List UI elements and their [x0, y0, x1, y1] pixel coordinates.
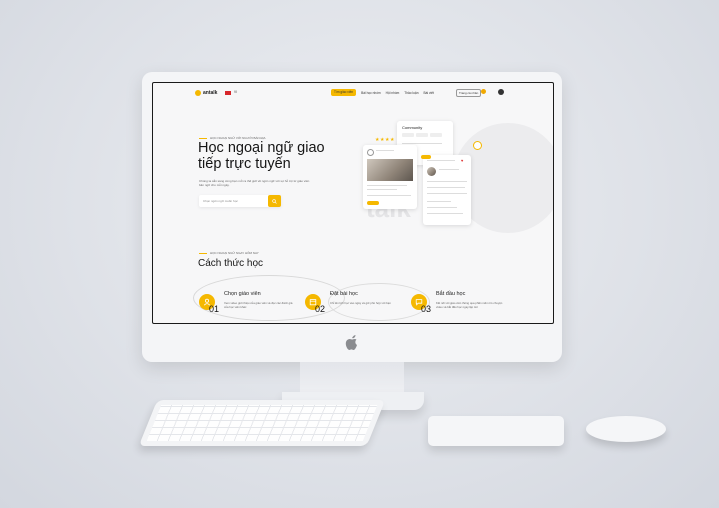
decorative-ring [473, 141, 482, 150]
avatar[interactable] [498, 89, 504, 95]
rating-stars: ★★★★ [375, 137, 395, 143]
main-menu: Tìm giáo viên Bài học nhóm Hội nhóm Thảo… [331, 89, 434, 96]
site-logo[interactable]: antalk [195, 90, 217, 96]
search-icon [272, 198, 277, 204]
search-button[interactable] [268, 195, 281, 207]
teacher-card: ♥ [423, 155, 471, 225]
post-photo [367, 159, 413, 181]
apple-logo-icon [345, 335, 357, 350]
post-card [363, 145, 417, 209]
step-description: Chỉ lên lịch học vào ngày và giờ phù hợp… [330, 301, 391, 305]
profile-button[interactable]: Trang cá nhân [456, 89, 482, 97]
step-number: 02 [315, 304, 326, 314]
logo-text: antalk [203, 90, 218, 96]
decorative-ellipse [193, 275, 345, 321]
nav-item-groups[interactable]: Hội nhóm [386, 90, 400, 96]
language-flag-icon[interactable] [225, 91, 231, 95]
step-description: Xem video giới thiệu của giáo viên và đọ… [224, 301, 293, 309]
step-number: 03 [421, 304, 432, 314]
notification-icon[interactable] [481, 89, 486, 94]
step-title: Đặt bài học [330, 291, 358, 297]
search-placeholder: Chọn ngôn ngữ muốn học [203, 199, 238, 203]
section-kicker: HỌC NGOẠI NGỮ NGAY HÔM NAY [199, 251, 259, 255]
step-title: Chọn giáo viên [224, 291, 261, 297]
nav-item-discussion[interactable]: Thảo luận [404, 90, 418, 96]
community-title: Community [402, 125, 423, 130]
nav-item-group-lessons[interactable]: Bài học nhóm [361, 90, 381, 96]
trackpad [428, 416, 564, 446]
section-title: Cách thức học [198, 258, 264, 269]
author-avatar [367, 149, 374, 156]
favorite-icon: ♥ [461, 158, 464, 163]
keyboard [138, 400, 386, 446]
imac-monitor: antalk VI Tìm giáo viên Bài học nhóm Hội… [142, 72, 562, 362]
hero-description: Chúng ta sẵn sàng cùng bạn mở ra thế giớ… [199, 179, 310, 188]
teacher-avatar [427, 167, 436, 176]
language-selector[interactable]: VI [234, 90, 237, 94]
logo-icon [195, 90, 201, 96]
top-nav: antalk VI Tìm giáo viên Bài học nhóm Hội… [153, 83, 553, 105]
step-title: Bắt đầu học [436, 291, 466, 297]
nav-item-articles[interactable]: Bài viết [423, 90, 433, 96]
step-number: 01 [209, 304, 220, 314]
hero-title: Học ngoại ngữ giao tiếp trực tuyến [198, 140, 325, 172]
step-description: Kết nối với giáo viên thông qua phần mềm… [436, 301, 503, 309]
nav-item-find-teacher[interactable]: Tìm giáo viên [331, 89, 357, 96]
website-screen: antalk VI Tìm giáo viên Bài học nhóm Hội… [152, 82, 554, 324]
status-badge [421, 155, 431, 159]
post-action-button [367, 201, 379, 205]
mouse [586, 416, 666, 442]
